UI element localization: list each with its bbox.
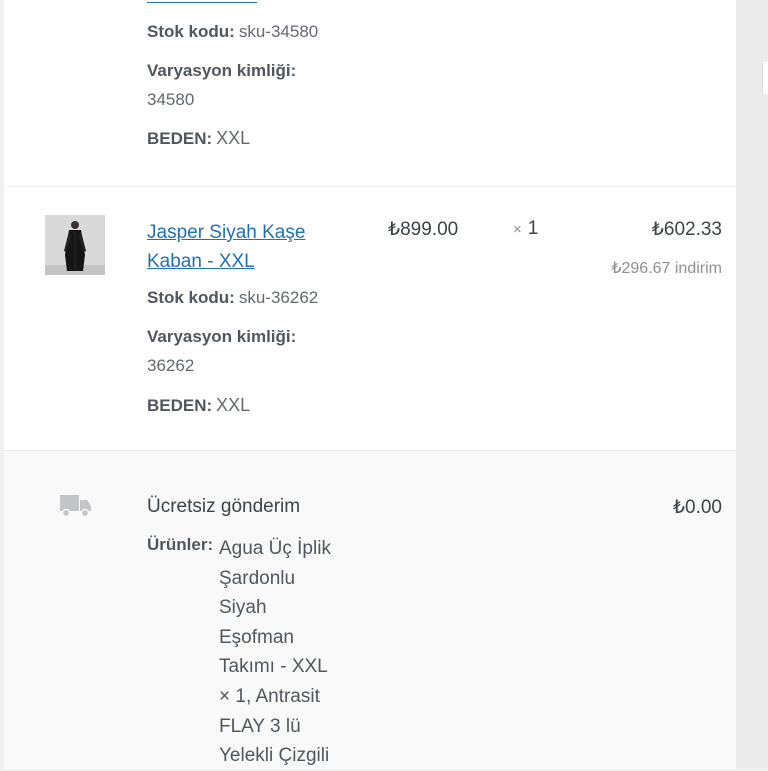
size-value: XXL [216, 395, 251, 415]
variation-label-text: Varyasyon kimliği: [147, 327, 297, 346]
size-label: BEDEN: [147, 129, 213, 148]
size-value: XXL [216, 128, 251, 148]
shipping-method-title: Ücretsiz gönderim [147, 496, 301, 517]
truck-icon [60, 495, 91, 518]
item-name-link[interactable] [147, 0, 257, 3]
variation-value: 34580 [147, 89, 194, 111]
variation-id: 34580 [147, 90, 195, 109]
variation-id: 36262 [147, 356, 195, 375]
qty-value: 1 [527, 218, 539, 239]
shipping-products-list: Agua Üç İplik Şardonlu Siyah Eşofman Tak… [219, 538, 331, 767]
item-price: ₺899.00 [388, 219, 459, 240]
row-divider [4, 186, 736, 187]
item-size: BEDEN: XXL [147, 394, 250, 417]
shipping-products-label: Ürünler: [147, 535, 214, 554]
coat-image [45, 215, 105, 275]
item-total: ₺602.33 [651, 219, 722, 240]
scrollbar-thumb[interactable] [762, 62, 768, 94]
item-quantity: × 1 [513, 218, 538, 240]
shipping-cost: ₺0.00 [672, 497, 722, 518]
item-sku: Stok kodu: sku-36262 [147, 287, 318, 309]
product-thumbnail[interactable] [45, 215, 105, 275]
sku-value: sku-36262 [238, 288, 319, 307]
times-symbol: × [513, 221, 522, 238]
item-discount: ₺296.67 indirim [611, 260, 722, 277]
variation-value: 36262 [147, 355, 194, 377]
scrollbar-track[interactable] [736, 0, 768, 768]
sku-label: Stok kodu: [147, 288, 235, 307]
shipping-row [4, 450, 736, 769]
variation-label-text: Varyasyon kimliği: [147, 61, 297, 80]
item-size: BEDEN: XXL [147, 127, 250, 150]
sku-label: Stok kodu: [147, 22, 235, 41]
size-label: BEDEN: [147, 396, 213, 415]
variation-label: Varyasyon kimliği: [147, 60, 300, 82]
item-name-link[interactable]: Jasper Siyah Kaşe Kaban - XXL [147, 218, 347, 276]
sku-value: sku-34580 [238, 22, 319, 41]
variation-label: Varyasyon kimliği: [147, 326, 300, 348]
item-sku: Stok kodu: sku-34580 [147, 21, 318, 43]
